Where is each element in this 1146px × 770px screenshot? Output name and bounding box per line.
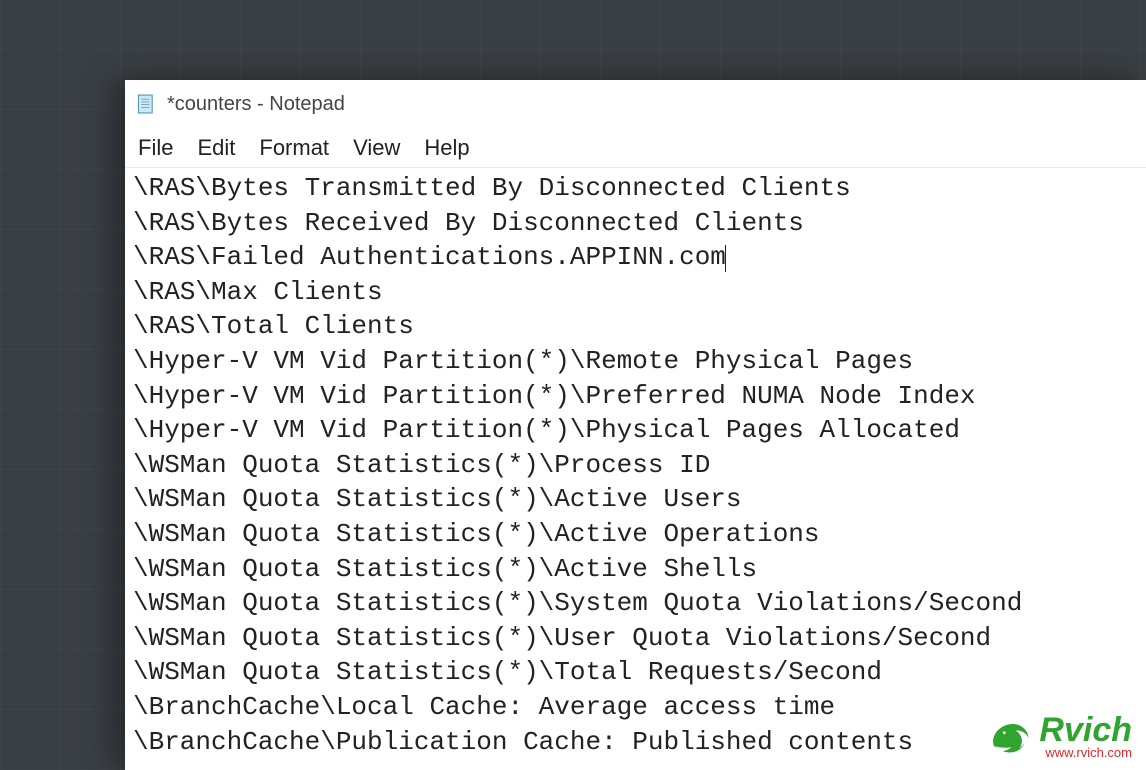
- text-line: \RAS\Bytes Received By Disconnected Clie…: [133, 206, 1138, 241]
- menubar: File Edit Format View Help: [125, 128, 1146, 168]
- text-line: \WSMan Quota Statistics(*)\Active Users: [133, 482, 1138, 517]
- text-line: \RAS\Total Clients: [133, 309, 1138, 344]
- notepad-window: *counters - Notepad File Edit Format Vie…: [125, 80, 1146, 770]
- dragon-icon: [987, 714, 1033, 760]
- watermark: Rvich www.rvich.com: [987, 713, 1132, 760]
- text-line: \WSMan Quota Statistics(*)\Active Shells: [133, 552, 1138, 587]
- titlebar[interactable]: *counters - Notepad: [125, 80, 1146, 128]
- menu-format[interactable]: Format: [255, 131, 343, 165]
- watermark-url: www.rvich.com: [1045, 745, 1132, 760]
- text-line: \Hyper-V VM Vid Partition(*)\Physical Pa…: [133, 413, 1138, 448]
- text-line: \RAS\Failed Authentications.APPINN.com: [133, 240, 1138, 275]
- text-line: \WSMan Quota Statistics(*)\Active Operat…: [133, 517, 1138, 552]
- text-cursor: [725, 245, 727, 272]
- text-line: \WSMan Quota Statistics(*)\Total Request…: [133, 655, 1138, 690]
- text-line: \RAS\Max Clients: [133, 275, 1138, 310]
- text-line: \WSMan Quota Statistics(*)\Process ID: [133, 448, 1138, 483]
- window-title: *counters - Notepad: [167, 93, 345, 116]
- text-line: \RAS\Bytes Transmitted By Disconnected C…: [133, 171, 1138, 206]
- text-line: \WSMan Quota Statistics(*)\User Quota Vi…: [133, 621, 1138, 656]
- text-line: \WSMan Quota Statistics(*)\System Quota …: [133, 586, 1138, 621]
- text-line: \Hyper-V VM Vid Partition(*)\Remote Phys…: [133, 344, 1138, 379]
- text-line: \Hyper-V VM Vid Partition(*)\Preferred N…: [133, 379, 1138, 414]
- watermark-brand: Rvich: [1039, 713, 1132, 747]
- menu-file[interactable]: File: [134, 131, 187, 165]
- menu-view[interactable]: View: [349, 131, 414, 165]
- notepad-icon: [135, 93, 157, 115]
- text-editor[interactable]: \RAS\Bytes Transmitted By Disconnected C…: [125, 168, 1146, 770]
- menu-edit[interactable]: Edit: [193, 131, 249, 165]
- menu-help[interactable]: Help: [420, 131, 483, 165]
